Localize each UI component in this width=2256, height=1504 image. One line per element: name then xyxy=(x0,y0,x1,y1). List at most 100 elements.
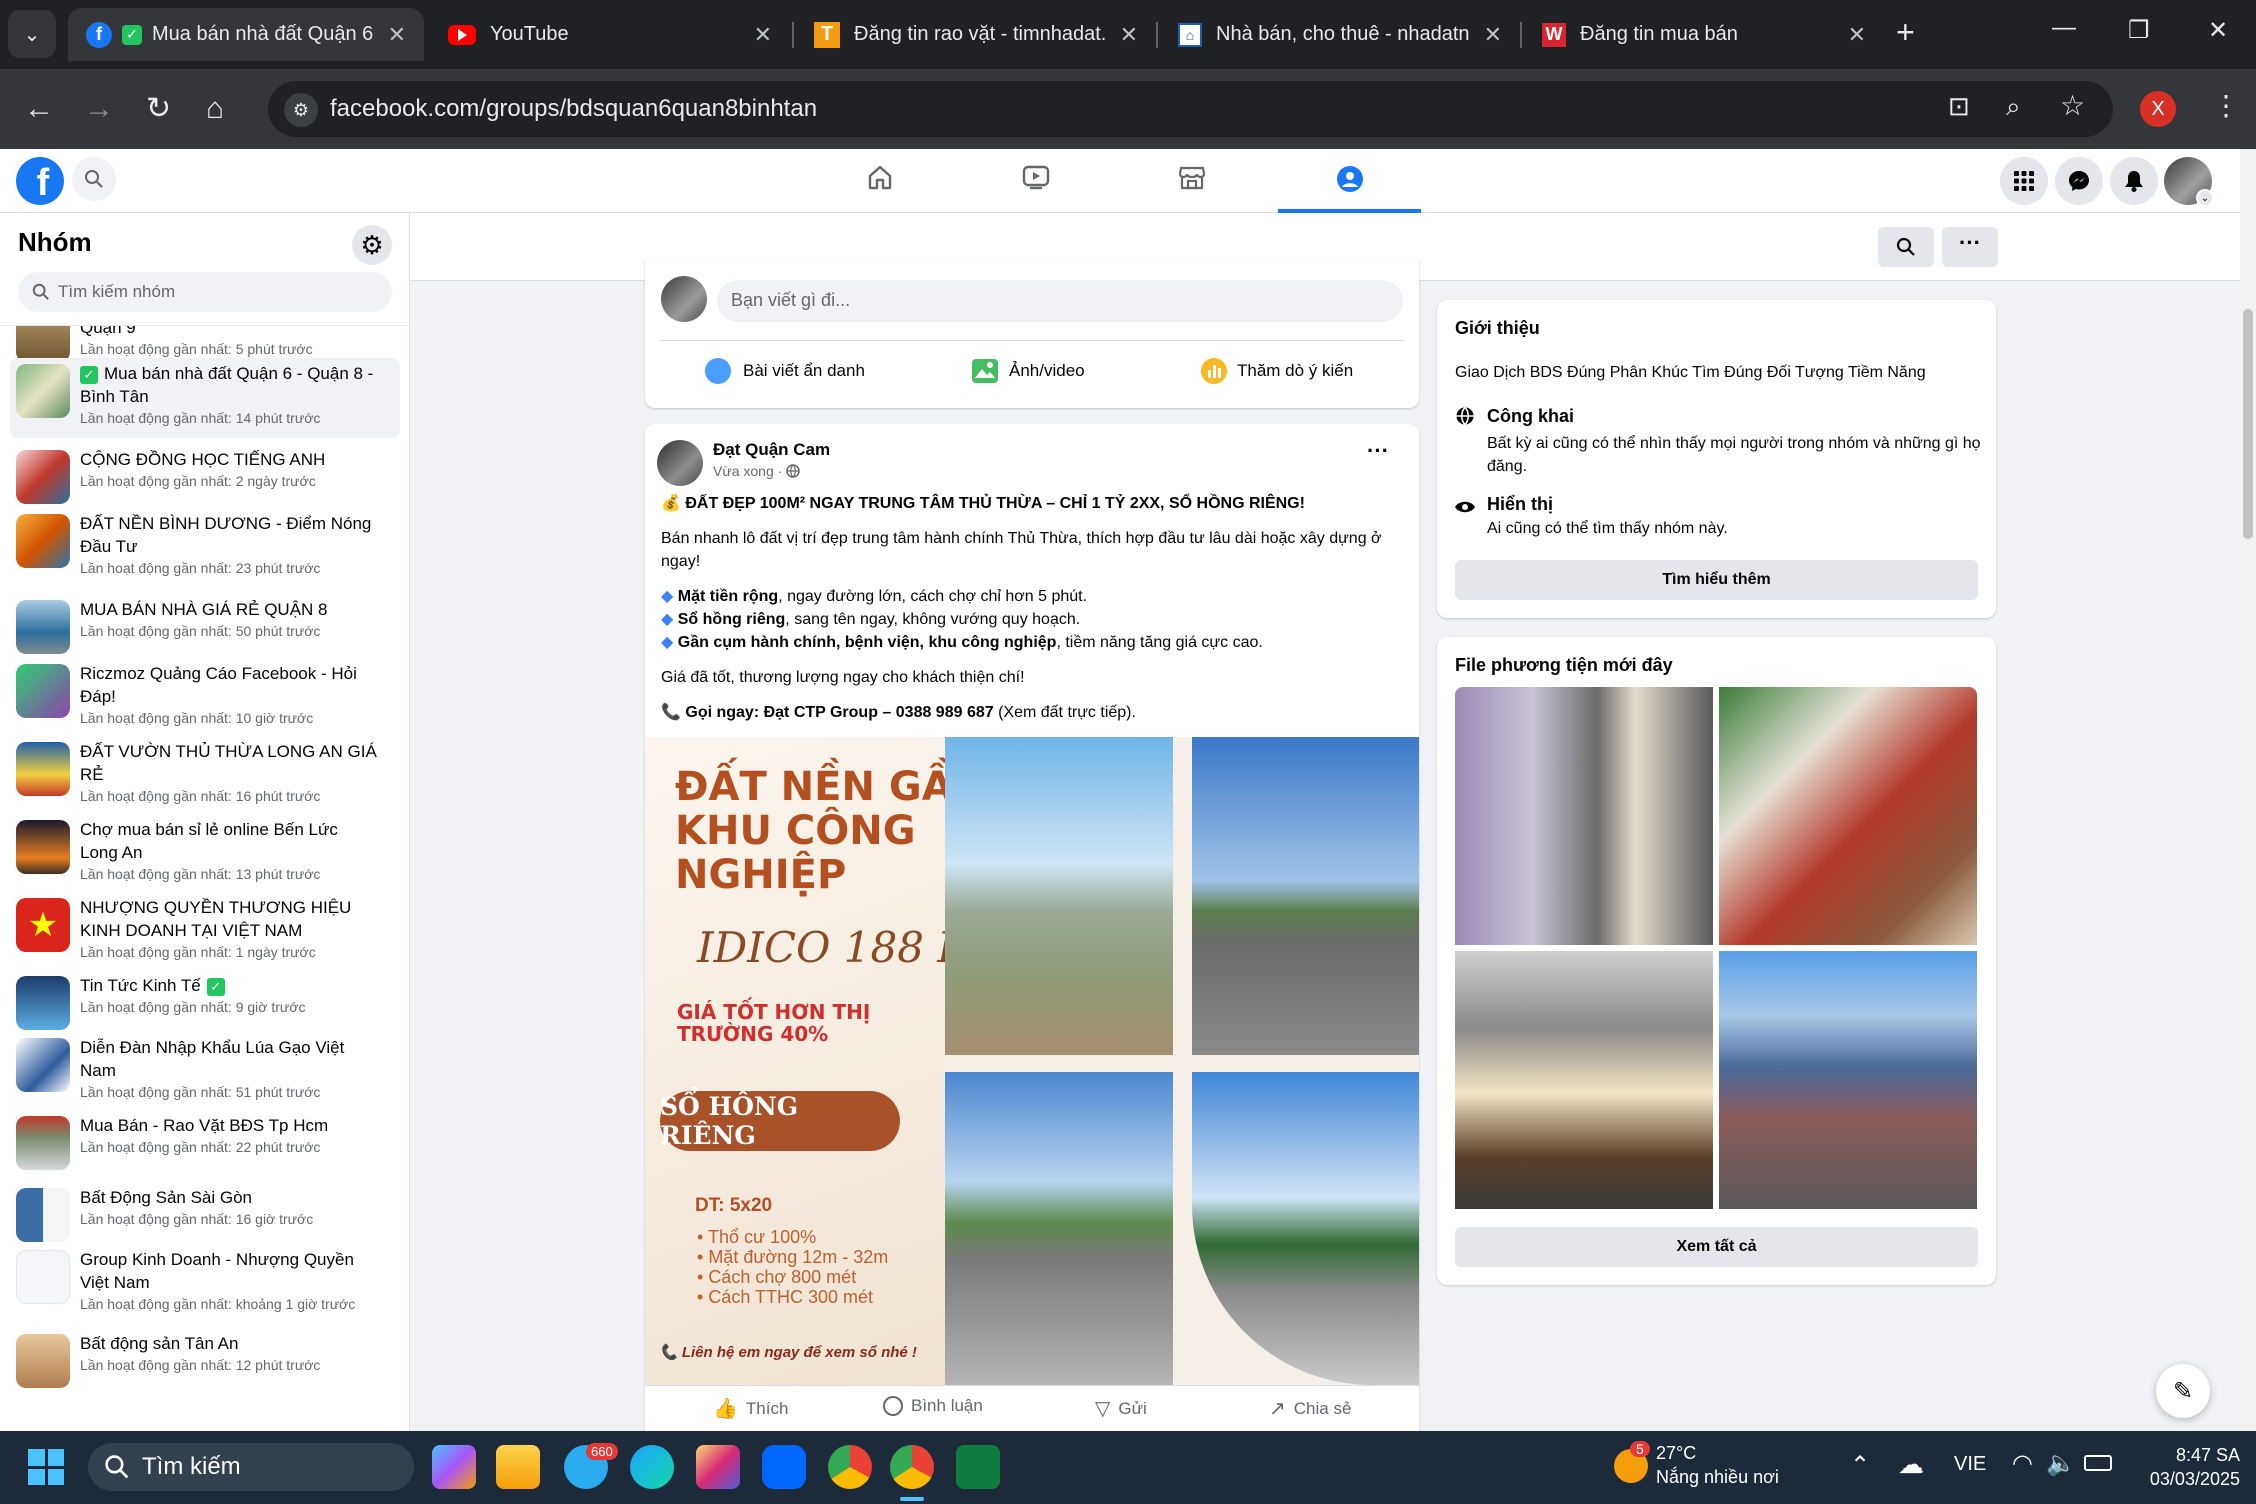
zoom-icon[interactable]: ⌕ xyxy=(2006,91,2021,123)
language-indicator[interactable]: VIE xyxy=(1954,1453,1986,1476)
group-item-selected[interactable]: ✓ Mua bán nhà đất Quận 6 - Quận 8 - Bình … xyxy=(10,358,400,438)
fb-search-button[interactable] xyxy=(72,157,116,201)
weather-badge: 5 xyxy=(1630,1441,1650,1457)
group-name: Mua bán nhà đất Quận 6 - Quận 8 - Bình T… xyxy=(80,364,374,406)
post-time[interactable]: Vừa xong · xyxy=(713,463,782,479)
reload-icon[interactable]: ↻ xyxy=(146,91,171,127)
group-item[interactable]: Quận 9 Lần hoạt động gần nhất: 5 phút trư… xyxy=(10,325,400,362)
close-tab-icon[interactable]: ✕ xyxy=(388,22,406,48)
chrome-icon[interactable] xyxy=(828,1445,872,1489)
tab-search-button[interactable]: ⌄ xyxy=(8,10,56,58)
nav-video[interactable] xyxy=(1016,157,1056,197)
excel-icon[interactable] xyxy=(956,1445,1000,1489)
group-item[interactable]: Mua Bán - Rao Vặt BĐS Tp Hcm Lần hoạt độn… xyxy=(10,1110,400,1170)
page-scrollbar[interactable] xyxy=(2240,149,2256,1431)
group-search-input[interactable]: Tìm kiếm nhóm xyxy=(18,272,392,312)
post-author-name[interactable]: Đạt Quận Cam xyxy=(713,440,830,460)
post-author-avatar[interactable] xyxy=(657,440,703,486)
group-more-button[interactable]: ··· xyxy=(1942,227,1998,267)
like-button[interactable]: 👍 Thích xyxy=(713,1396,788,1421)
post-image[interactable]: ĐẤT NỀN GẦN KHU CÔNG NGHIỆP IDICO 188 HA G… xyxy=(645,737,1419,1385)
send-button[interactable]: ▽ Gửi xyxy=(1095,1396,1147,1421)
media-thumb-4[interactable] xyxy=(1719,951,1977,1209)
minimize-button[interactable]: — xyxy=(2052,14,2076,42)
address-bar[interactable]: ⚙ facebook.com/groups/bdsquan6quan8binht… xyxy=(268,81,2113,137)
browser-menu-icon[interactable]: ⋮ xyxy=(2212,89,2240,122)
install-app-icon[interactable]: ⊡ xyxy=(1948,91,1970,122)
group-item[interactable]: ĐẤT NỀN BÌNH DƯƠNG - Điểm Nóng Đầu Tư Lần… xyxy=(10,508,400,578)
facebook-logo-icon[interactable]: f xyxy=(16,157,64,205)
messenger-button[interactable] xyxy=(2055,157,2103,205)
group-item[interactable]: CỘNG ĐỒNG HỌC TIẾNG ANH Lần hoạt động gần… xyxy=(10,444,400,504)
back-icon[interactable]: ← xyxy=(24,91,54,127)
close-window-button[interactable]: ✕ xyxy=(2208,16,2228,45)
bookmark-star-icon[interactable]: ☆ xyxy=(2060,89,2085,122)
chevron-up-icon[interactable]: ⌃ xyxy=(1850,1451,1870,1480)
composer-input[interactable]: Bạn viết gì đi... xyxy=(717,280,1403,322)
tab-nhadat[interactable]: ⌂ Nhà bán, cho thuê - nhadatn ✕ xyxy=(1160,8,1520,61)
group-item[interactable]: Bất động sản Tân An Lần hoạt động gần nhấ… xyxy=(10,1328,400,1388)
weather-widget[interactable]: 5 27°C Nắng nhiều nơi xyxy=(1610,1441,1870,1493)
group-item[interactable]: Chợ mua bán sỉ lẻ online Bến Lức Long An… xyxy=(10,814,400,884)
taskbar-search[interactable]: Tìm kiếm xyxy=(88,1443,414,1491)
account-chevron-icon[interactable]: ⌄ xyxy=(2196,189,2214,207)
edge-icon[interactable] xyxy=(630,1445,674,1489)
groups-icon xyxy=(1336,166,1363,192)
group-item[interactable]: Riczmoz Quảng Cáo Facebook - Hỏi Đáp! Lần… xyxy=(10,658,400,728)
home-icon[interactable]: ⌂ xyxy=(206,91,224,127)
group-item[interactable]: Group Kinh Doanh - Nhượng Quyền Việt Nam… xyxy=(10,1244,400,1314)
anonymous-post-button[interactable]: Bài viết ẩn danh xyxy=(705,358,865,384)
tab-dangtin[interactable]: W Đăng tin mua bán ✕ xyxy=(1524,8,1884,61)
see-all-button[interactable]: Xem tất cả xyxy=(1455,1227,1978,1267)
group-item[interactable]: MUA BÁN NHÀ GIÁ RẺ QUẬN 8 Lần hoạt động g… xyxy=(10,594,400,654)
profile-avatar[interactable]: X xyxy=(2140,91,2176,127)
tab-timnhadat[interactable]: T Đăng tin rao vặt - timnhadat. ✕ xyxy=(796,8,1156,61)
clock[interactable]: 8:47 SA 03/03/2025 xyxy=(2120,1443,2240,1491)
chrome-profile-icon[interactable] xyxy=(890,1445,934,1489)
file-explorer-icon[interactable] xyxy=(496,1445,540,1489)
close-tab-icon[interactable]: ✕ xyxy=(1120,22,1138,48)
new-tab-button[interactable]: + xyxy=(1896,14,1915,51)
group-item[interactable]: Diễn Đàn Nhập Khẩu Lúa Gạo Việt Nam Lần h… xyxy=(10,1032,400,1102)
settings-button[interactable]: ⚙ xyxy=(352,225,392,265)
group-item[interactable]: ĐẤT VƯỜN THỦ THỪA LONG AN GIÁ RẺ Lần hoạt… xyxy=(10,736,400,806)
close-tab-icon[interactable]: ✕ xyxy=(1484,22,1502,48)
close-tab-icon[interactable]: ✕ xyxy=(754,22,772,48)
group-item[interactable]: ★ NHƯỢNG QUYỀN THƯƠNG HIỆU KINH DOANH TẠ… xyxy=(10,892,400,962)
group-item[interactable]: Tin Tức Kinh Tế ✓ Lần hoạt động gần nhất: … xyxy=(10,970,400,1030)
learn-more-button[interactable]: Tìm hiểu thêm xyxy=(1455,560,1978,600)
group-item[interactable]: Bất Động Sản Sài Gòn Lần hoạt động gần nh… xyxy=(10,1182,400,1242)
menu-button[interactable] xyxy=(2000,157,2048,205)
instagram-icon[interactable] xyxy=(696,1445,740,1489)
cloud-icon[interactable]: ☁ xyxy=(1898,1449,1924,1480)
photo-video-button[interactable]: Ảnh/video xyxy=(971,358,1085,384)
notifications-button[interactable] xyxy=(2110,157,2158,205)
post-options-button[interactable]: ··· xyxy=(1367,438,1389,464)
close-tab-icon[interactable]: ✕ xyxy=(1848,22,1866,48)
media-thumb-1[interactable] xyxy=(1455,687,1713,945)
copilot-icon[interactable] xyxy=(432,1445,476,1489)
group-search-button[interactable] xyxy=(1878,227,1934,267)
site-info-icon[interactable]: ⚙ xyxy=(284,93,318,127)
scrollbar-thumb[interactable] xyxy=(2243,309,2253,539)
share-button[interactable]: ↗ Chia sẻ xyxy=(1269,1396,1351,1421)
media-thumb-2[interactable] xyxy=(1719,687,1977,945)
group-name: NHƯỢNG QUYỀN THƯƠNG HIỆU KINH DOANH TẠI … xyxy=(80,898,352,940)
comment-button[interactable]: Bình luận xyxy=(883,1396,983,1416)
volume-icon[interactable]: 🔈 xyxy=(2046,1449,2076,1478)
restore-button[interactable]: ❐ xyxy=(2128,16,2150,45)
zalo-icon[interactable] xyxy=(762,1445,806,1489)
tab-youtube[interactable]: YouTube ✕ xyxy=(430,8,790,61)
new-message-button[interactable]: ✎ xyxy=(2156,1364,2210,1418)
media-thumb-3[interactable] xyxy=(1455,951,1713,1209)
battery-icon[interactable] xyxy=(2084,1455,2112,1471)
group-name: Quận 9 xyxy=(80,325,136,337)
nav-marketplace[interactable] xyxy=(1172,157,1212,197)
nav-home[interactable] xyxy=(860,157,900,197)
windows-start-button[interactable] xyxy=(28,1449,64,1485)
forward-icon[interactable]: → xyxy=(84,91,114,127)
wifi-icon[interactable]: ◠ xyxy=(2012,1449,2033,1478)
nav-groups[interactable] xyxy=(1278,149,1421,213)
poll-button[interactable]: Thăm dò ý kiến xyxy=(1201,358,1353,384)
tab-facebook[interactable]: f ✓ Mua bán nhà đất Quận 6 ✕ xyxy=(68,8,424,61)
